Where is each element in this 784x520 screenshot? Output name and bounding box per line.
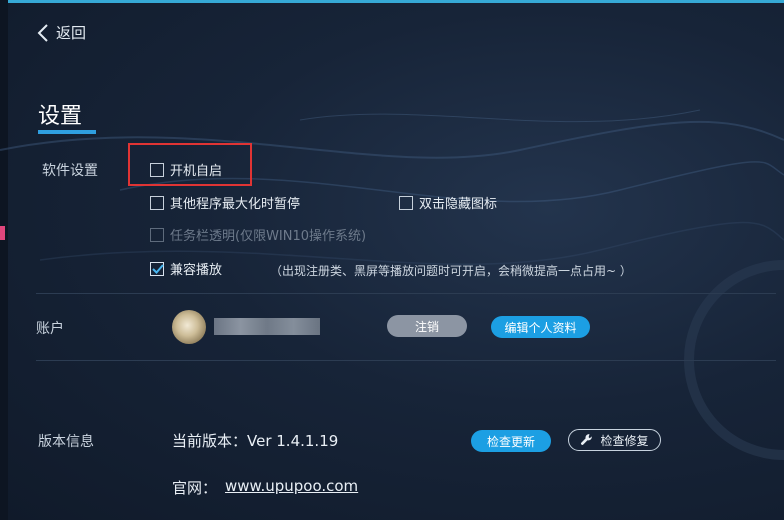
checkbox-label: 开机自启 (170, 164, 223, 179)
checkbox-autostart[interactable]: 开机自启 (150, 160, 222, 179)
left-edge-strip (0, 0, 8, 520)
avatar[interactable] (172, 310, 206, 344)
back-button[interactable]: 返回 (36, 22, 86, 43)
checkbox-box[interactable] (150, 162, 164, 177)
chevron-left-icon (37, 23, 48, 42)
version-info-label: 版本信息 (38, 434, 94, 450)
checkbox-label: 其他程序最大化时暂停 (170, 197, 301, 212)
checkbox-compat-play[interactable]: 兼容播放 (150, 259, 222, 278)
checkbox-label: 任务栏透明(仅限WIN10操作系统) (170, 229, 367, 244)
checkbox-box[interactable] (150, 261, 164, 276)
account-label: 账户 (36, 321, 64, 337)
title-underline (38, 130, 96, 134)
checkbox-label: 兼容播放 (170, 263, 223, 278)
left-edge-marker (0, 226, 5, 240)
checkmark-icon (152, 263, 164, 274)
checkbox-box (150, 227, 164, 242)
username-blurred (214, 318, 320, 335)
check-update-button[interactable]: 检查更新 (471, 430, 551, 452)
checkbox-box[interactable] (150, 195, 164, 210)
site-label: 官网： (172, 479, 218, 497)
compat-note: （出现注册类、黑屏等播放问题时可开启，会稍微提高一点占用~ ） (270, 264, 632, 278)
top-accent-line (0, 0, 784, 3)
wrench-icon (581, 434, 593, 445)
checkbox-box[interactable] (399, 195, 413, 210)
current-version: 当前版本：Ver 1.4.1.19 (172, 432, 339, 450)
page-title: 设置 (38, 104, 83, 129)
check-repair-button[interactable]: 检查修复 (568, 429, 661, 451)
background-swirl (0, 109, 784, 460)
checkbox-pause-on-maximize[interactable]: 其他程序最大化时暂停 (150, 193, 300, 212)
checkbox-label: 双击隐藏图标 (419, 197, 498, 212)
check-repair-label: 检查修复 (600, 433, 649, 448)
checkbox-double-click-hide[interactable]: 双击隐藏图标 (399, 193, 497, 212)
section-divider (36, 360, 776, 361)
logout-button[interactable]: 注销 (387, 315, 467, 337)
edit-profile-button[interactable]: 编辑个人资料 (491, 316, 590, 338)
site-link[interactable]: www.upupoo.com (225, 477, 358, 498)
back-label: 返回 (56, 24, 87, 42)
software-settings-label: 软件设置 (42, 163, 98, 179)
checkbox-taskbar-transparent: 任务栏透明(仅限WIN10操作系统) (150, 225, 366, 244)
section-divider (36, 293, 776, 294)
official-site-row: 官网： www.upupoo.com (172, 477, 358, 498)
